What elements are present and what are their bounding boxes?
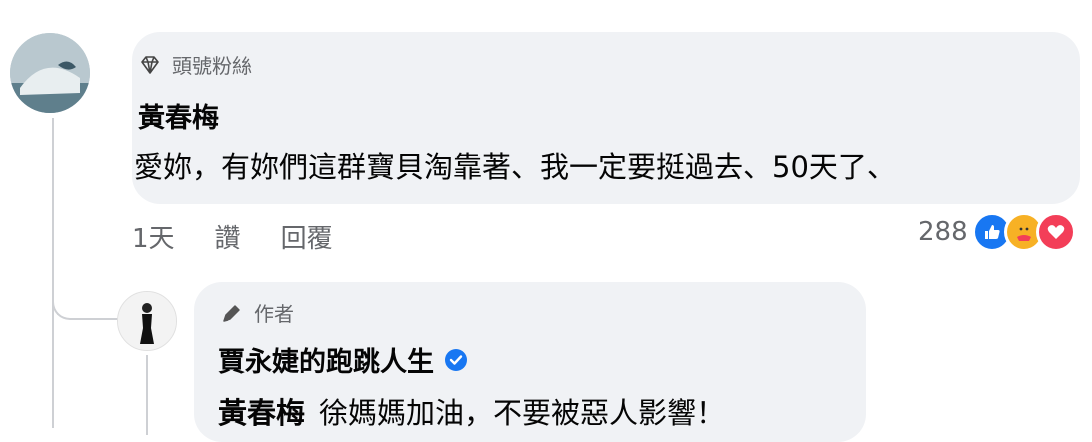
- reply-author[interactable]: 賈永婕的跑跳人生: [218, 340, 468, 379]
- author-avatar[interactable]: [117, 291, 177, 351]
- reaction-summary[interactable]: 288: [918, 212, 1076, 252]
- pen-icon: [220, 301, 244, 325]
- reply-text-row: 黃春梅 徐媽媽加油，不要被惡人影響！: [218, 390, 725, 432]
- commenter-avatar-image: [10, 33, 90, 113]
- reaction-count: 288: [918, 217, 968, 247]
- love-icon: [1035, 212, 1076, 252]
- author-avatar-image: [118, 292, 176, 350]
- badge-label: 作者: [254, 302, 294, 326]
- reply-author-name[interactable]: 賈永婕的跑跳人生: [218, 340, 434, 379]
- thread-connector: [52, 262, 118, 320]
- author-badge: 作者: [220, 298, 294, 327]
- commenter-avatar[interactable]: [10, 33, 90, 113]
- verified-badge-icon: [444, 348, 468, 372]
- diamond-icon: [138, 53, 162, 77]
- comment-text: 愛妳，有妳們這群寶貝淘靠著、我一定要挺過去、50天了、: [134, 150, 896, 184]
- top-fan-badge: 頭號粉絲: [138, 50, 252, 79]
- badge-label: 頭號粉絲: [172, 54, 252, 78]
- comment-actions: 1天 讚 回覆: [132, 218, 333, 255]
- comment-timestamp[interactable]: 1天: [132, 218, 175, 255]
- comment-author[interactable]: 黃春梅: [138, 96, 219, 135]
- like-button[interactable]: 讚: [215, 218, 241, 255]
- reply-button[interactable]: 回覆: [281, 218, 333, 255]
- reply-thread-line: [146, 355, 148, 435]
